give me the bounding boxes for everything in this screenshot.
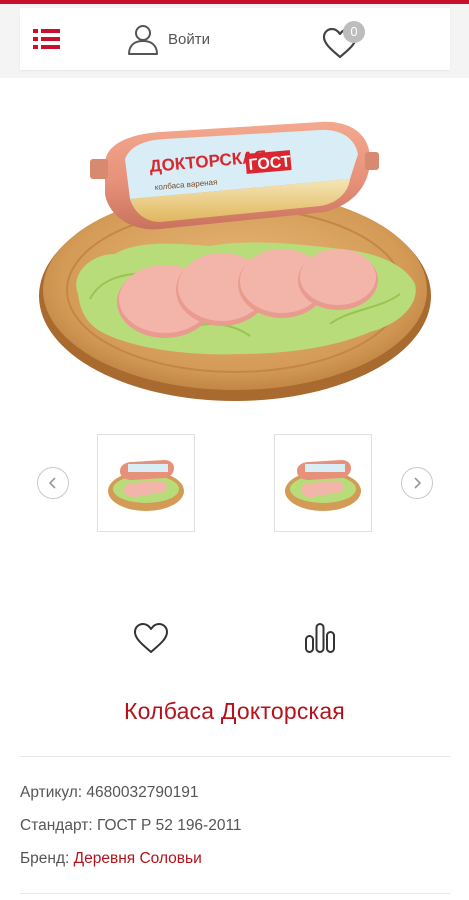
- product-main-image[interactable]: ДОКТОРСКАЯ ГОСТ колбаса вареная: [30, 104, 440, 414]
- product-content: ДОКТОРСКАЯ ГОСТ колбаса вареная Колбаса …: [0, 78, 469, 900]
- top-accent-bar: [0, 0, 469, 4]
- login-label: Войти: [168, 30, 210, 48]
- prev-image-button[interactable]: [37, 467, 69, 499]
- header: Войти 0: [20, 8, 450, 70]
- divider: [20, 756, 450, 757]
- login-button[interactable]: Войти: [126, 22, 210, 56]
- thumbnail-image: [285, 460, 361, 511]
- heart-icon: [134, 623, 168, 653]
- sausage-product-image: ДОКТОРСКАЯ ГОСТ колбаса вареная: [39, 121, 431, 401]
- chevron-left-icon: [48, 477, 56, 489]
- chevron-right-icon: [414, 477, 422, 489]
- spec-brand: Бренд: Деревня Соловьи: [20, 848, 450, 881]
- add-to-favorites-button[interactable]: [131, 618, 171, 658]
- spec-label: Артикул:: [20, 784, 83, 801]
- spec-label: Бренд:: [20, 850, 70, 867]
- product-specs: Артикул: 4680032790191 Стандарт: ГОСТ Р …: [20, 782, 450, 881]
- spec-label: Стандарт:: [20, 817, 93, 834]
- product-title: Колбаса Докторская: [124, 698, 345, 724]
- image-thumbnails: [0, 434, 469, 534]
- user-icon: [128, 25, 158, 55]
- thumbnail-1[interactable]: [97, 434, 195, 532]
- spec-value: 4680032790191: [86, 784, 199, 801]
- favorites-button[interactable]: 0: [320, 18, 370, 62]
- product-actions: [0, 618, 469, 658]
- add-to-compare-button[interactable]: [300, 618, 340, 658]
- spec-standard: Стандарт: ГОСТ Р 52 196-2011: [20, 815, 450, 848]
- spec-article: Артикул: 4680032790191: [20, 782, 450, 815]
- menu-icon: [33, 29, 60, 49]
- menu-button[interactable]: [32, 25, 62, 53]
- thumbnail-image: [108, 460, 184, 511]
- favorites-count-badge: 0: [343, 21, 365, 43]
- divider: [20, 893, 450, 894]
- brand-link[interactable]: Деревня Соловьи: [74, 850, 202, 867]
- spec-value: ГОСТ Р 52 196-2011: [96, 817, 242, 834]
- thumbnail-2[interactable]: [274, 434, 372, 532]
- next-image-button[interactable]: [401, 467, 433, 499]
- compare-icon: [305, 623, 335, 653]
